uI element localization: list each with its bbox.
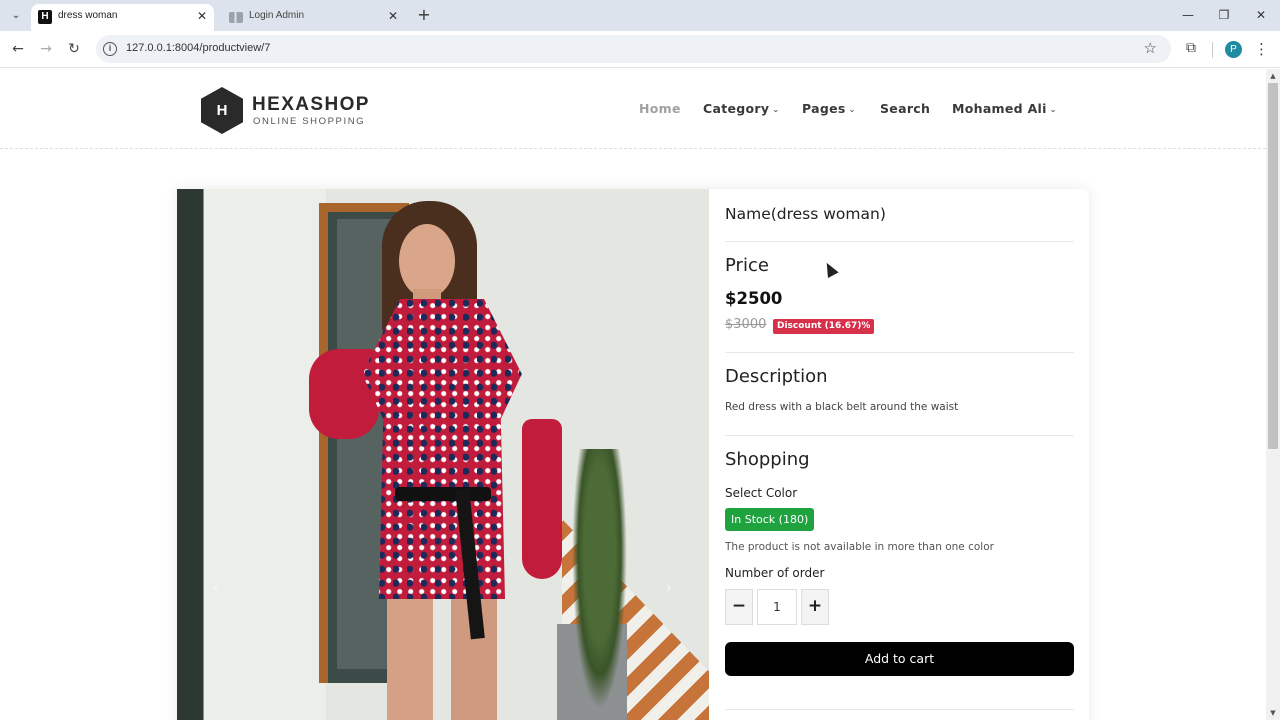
browser-menu-icon[interactable]: ⋮ xyxy=(1254,39,1269,59)
close-tab-icon[interactable]: ✕ xyxy=(385,8,401,24)
color-note: The product is not available in more tha… xyxy=(725,541,994,553)
photo-black-belt xyxy=(395,487,491,501)
restore-icon[interactable]: ❐ xyxy=(1212,5,1236,25)
chevron-down-icon: ⌄ xyxy=(772,105,780,114)
old-price: $3000 xyxy=(725,317,767,332)
price-heading: Price xyxy=(725,255,769,276)
description-text: Red dress with a black belt around the w… xyxy=(725,401,959,413)
logo-tagline: ONLINE SHOPPING xyxy=(253,116,366,127)
browser-toolbar: ← → ↻ i 127.0.0.1:8004/productview/7 ☆ ⧉… xyxy=(0,31,1280,68)
scroll-up-icon[interactable]: ▲ xyxy=(1266,70,1280,82)
scrollbar-thumb[interactable] xyxy=(1268,83,1278,449)
browser-tab-bar: ⌄ H dress woman ✕ Login Admin ✕ + — ❐ ✕ xyxy=(0,0,1280,31)
profile-avatar[interactable]: P xyxy=(1225,41,1242,58)
site-header: H HEXASHOP ONLINE SHOPPING Home Category… xyxy=(0,69,1266,149)
minimize-icon[interactable]: — xyxy=(1176,5,1200,25)
nav-search[interactable]: Search xyxy=(880,101,930,116)
logo-name[interactable]: HEXASHOP xyxy=(252,94,370,116)
photo-plant xyxy=(572,449,627,709)
current-price: $2500 xyxy=(725,289,783,308)
shopping-heading: Shopping xyxy=(725,449,810,470)
close-tab-icon[interactable]: ✕ xyxy=(194,8,210,24)
nav-search-label: Search xyxy=(880,101,931,116)
description-heading: Description xyxy=(725,366,828,387)
quantity-input[interactable]: 1 xyxy=(757,589,797,625)
carousel-next-icon[interactable]: › xyxy=(665,577,672,598)
page-viewport: H HEXASHOP ONLINE SHOPPING Home Category… xyxy=(0,69,1266,720)
close-window-icon[interactable]: ✕ xyxy=(1249,5,1273,25)
bookmark-star-icon[interactable]: ☆ xyxy=(1144,39,1157,57)
discount-badge: Discount (16.67)% xyxy=(773,319,875,334)
select-color-label: Select Color xyxy=(725,486,798,500)
page-favicon-icon xyxy=(229,12,243,23)
tab-dress-woman[interactable]: H dress woman ✕ xyxy=(31,4,214,31)
url-text[interactable]: 127.0.0.1:8004/productview/7 xyxy=(126,42,270,54)
tab-search-chevron-icon[interactable]: ⌄ xyxy=(5,5,27,26)
address-bar[interactable]: i 127.0.0.1:8004/productview/7 ☆ xyxy=(96,35,1171,63)
new-tab-icon[interactable]: + xyxy=(414,5,434,25)
divider xyxy=(725,352,1074,353)
chevron-down-icon: ⌄ xyxy=(1049,105,1057,114)
forward-arrow-icon[interactable]: → xyxy=(36,39,56,59)
nav-home-label: Home xyxy=(639,101,681,116)
tab-login-admin[interactable]: Login Admin ✕ xyxy=(222,4,405,31)
reload-icon[interactable]: ↻ xyxy=(64,39,84,59)
toolbar-divider xyxy=(1212,42,1213,58)
stock-badge[interactable]: In Stock (180) xyxy=(725,508,815,531)
carousel-prev-icon[interactable]: ‹ xyxy=(212,577,219,598)
site-favicon-icon: H xyxy=(38,10,52,24)
photo-model-face xyxy=(399,224,455,298)
tab-title: dress woman xyxy=(58,10,118,21)
back-arrow-icon[interactable]: ← xyxy=(8,39,28,59)
add-to-cart-button[interactable]: Add to cart xyxy=(725,642,1074,676)
product-name: Name(dress woman) xyxy=(725,205,886,223)
chevron-down-icon: ⌄ xyxy=(848,105,856,114)
scroll-down-icon[interactable]: ▼ xyxy=(1266,707,1280,719)
nav-pages[interactable]: Pages ⌄ xyxy=(802,101,856,116)
nav-user-menu[interactable]: Mohamed Ali ⌄ xyxy=(952,101,1057,116)
increase-quantity-button[interactable]: + xyxy=(801,589,829,625)
photo-dress-sleeve-right xyxy=(522,419,562,579)
divider xyxy=(725,241,1074,242)
product-image-carousel[interactable]: ‹ › xyxy=(177,189,709,720)
hexashop-logo-icon[interactable]: H xyxy=(201,87,243,134)
nav-category[interactable]: Category ⌄ xyxy=(703,101,779,116)
nav-pages-label: Pages xyxy=(802,101,846,116)
quantity-label: Number of order xyxy=(725,566,825,580)
decrease-quantity-button[interactable]: − xyxy=(725,589,753,625)
page-scrollbar[interactable]: ▲ ▼ xyxy=(1266,69,1280,720)
site-info-icon[interactable]: i xyxy=(103,42,117,56)
tab-title: Login Admin xyxy=(249,10,305,21)
nav-user-label: Mohamed Ali xyxy=(952,101,1047,116)
divider xyxy=(725,435,1074,436)
nav-home[interactable]: Home xyxy=(639,101,681,116)
divider xyxy=(725,709,1074,710)
nav-category-label: Category xyxy=(703,101,770,116)
extensions-puzzle-icon[interactable]: ⧉ xyxy=(1182,39,1200,57)
